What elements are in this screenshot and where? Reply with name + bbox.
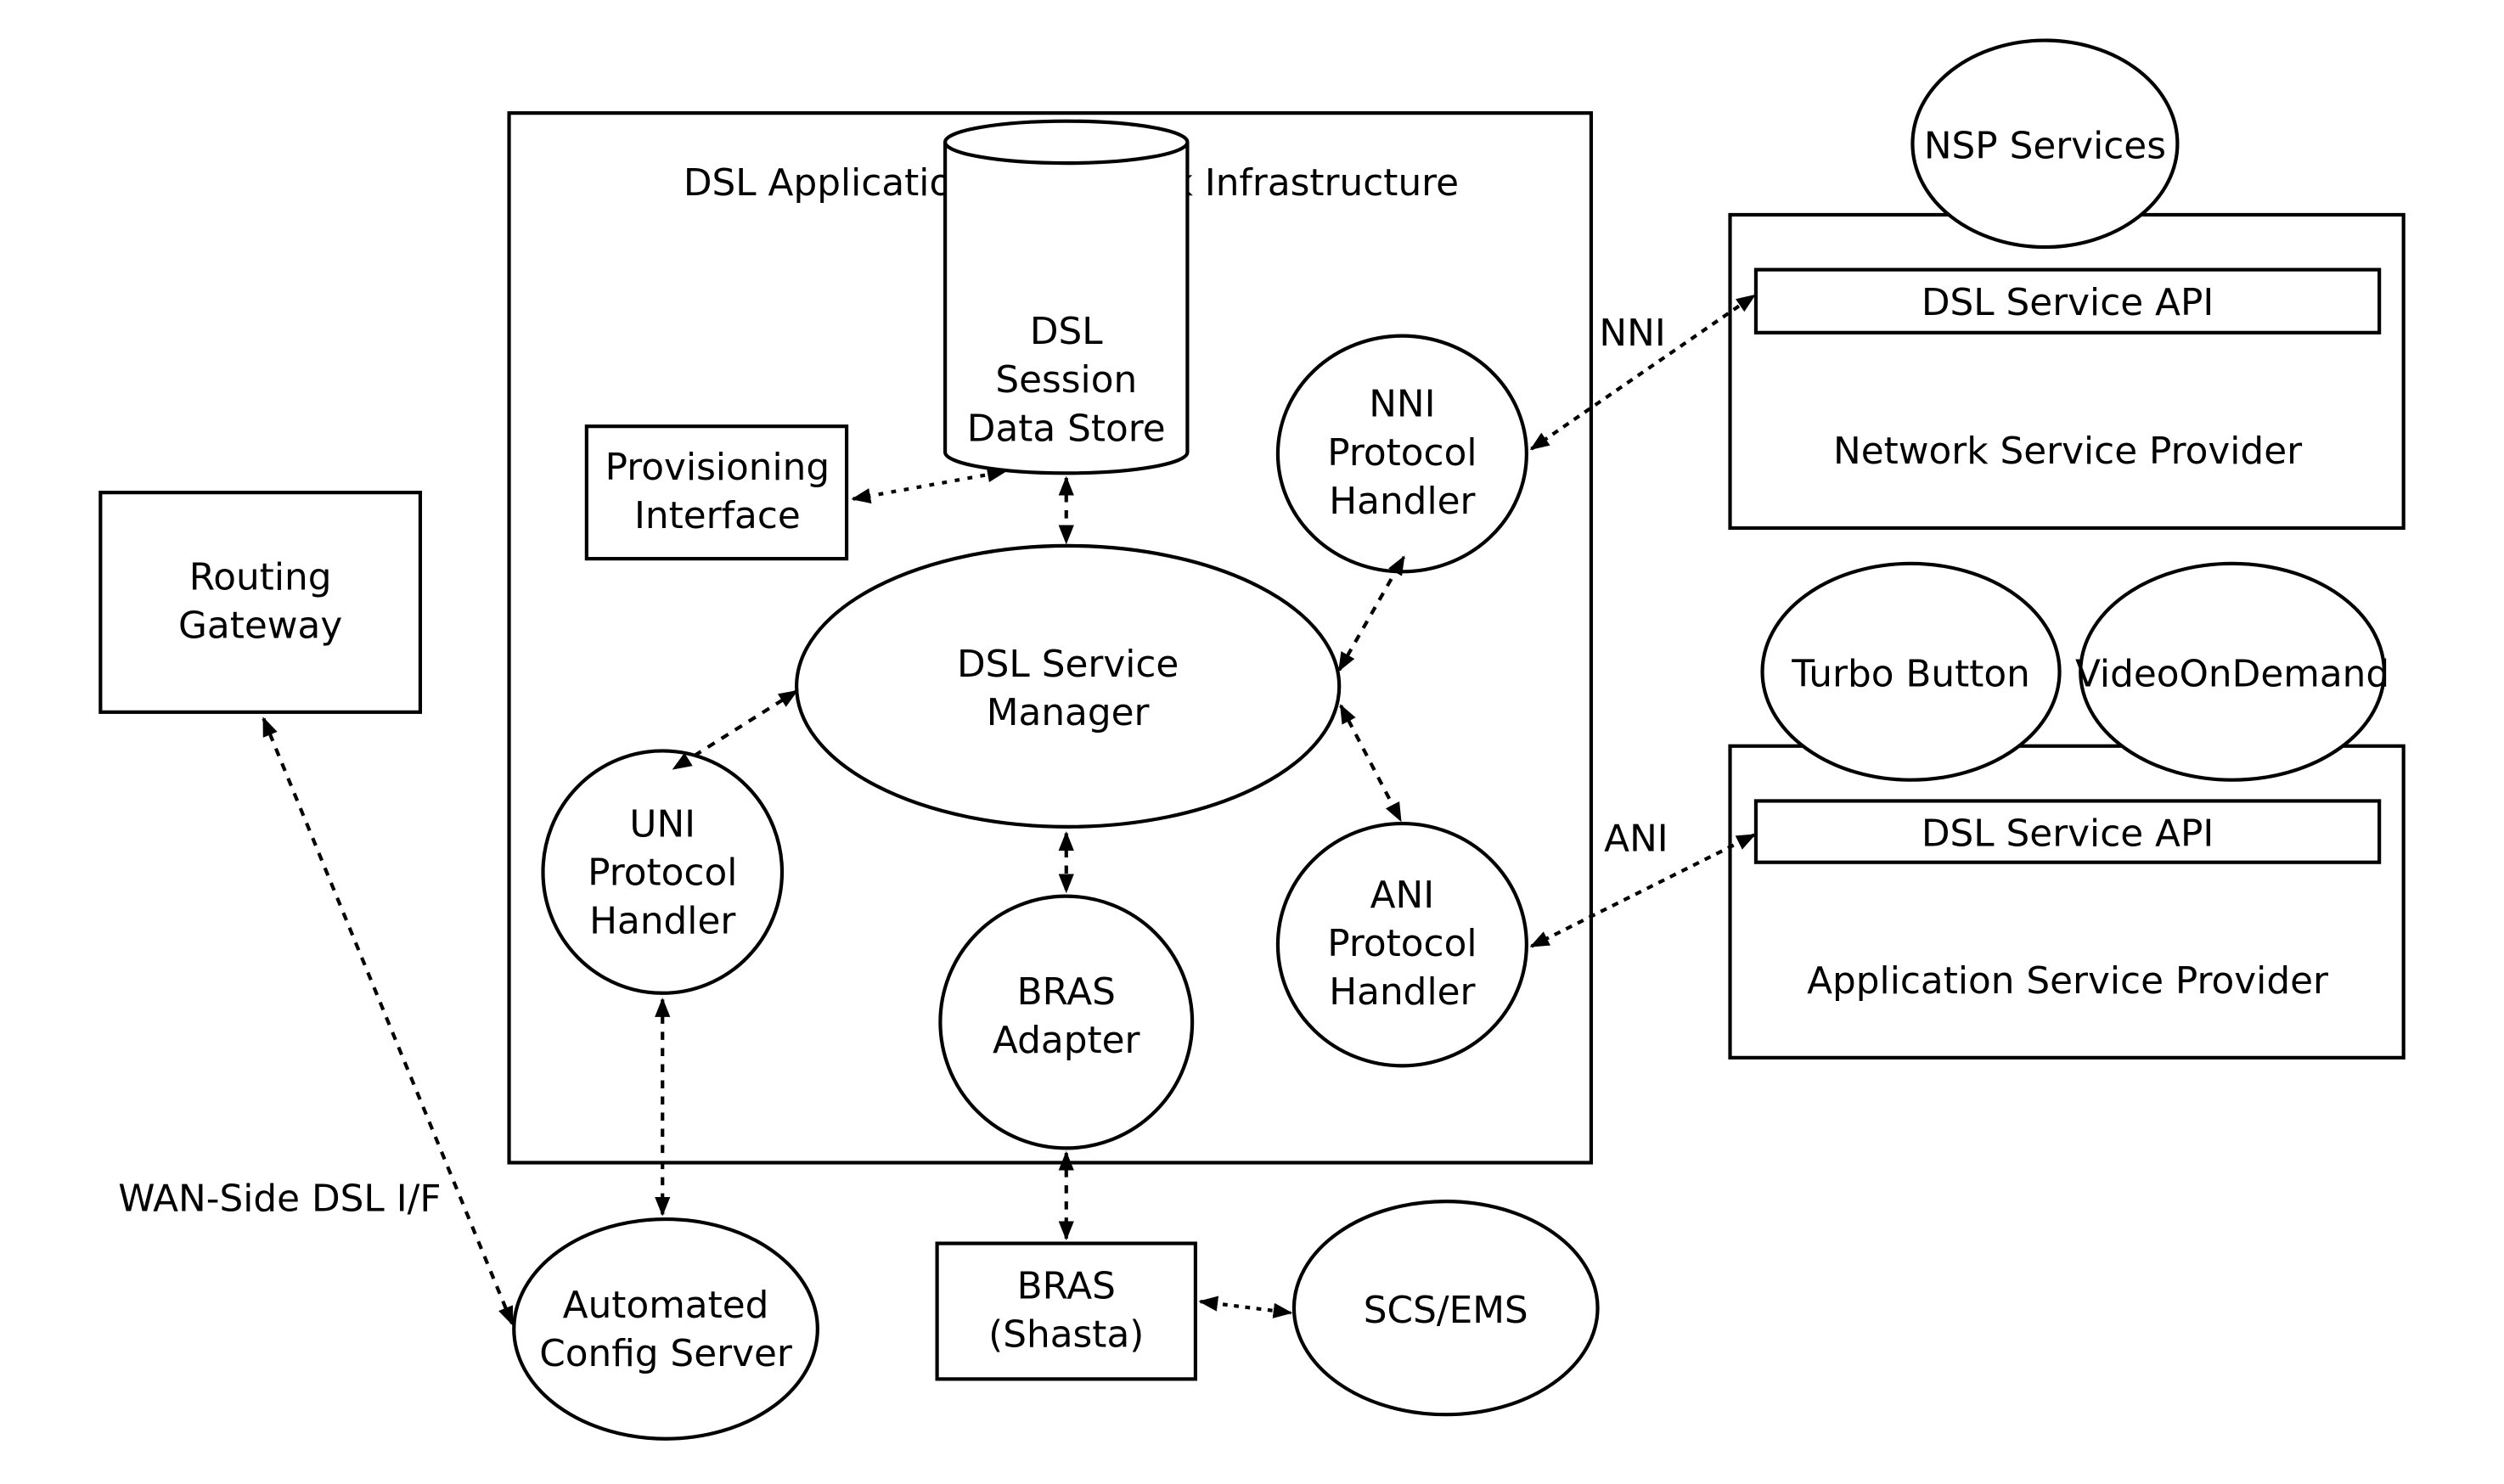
uni-handler-line-2: Protocol	[588, 851, 737, 894]
session-store-line-1: DSL	[1030, 310, 1103, 353]
uni-handler-line-1: UNI	[629, 802, 695, 846]
config-server-line-1: Automated	[563, 1284, 769, 1327]
video-on-demand-label: VideoOnDemand	[2075, 652, 2389, 695]
provisioning-line-1: Provisioning	[605, 446, 830, 489]
scs-ems-node[interactable]: SCS/EMS	[1291, 1200, 1600, 1417]
turbo-button-node[interactable]: Turbo Button	[1760, 561, 2062, 782]
ani-protocol-handler-node[interactable]: ANI Protocol Handler	[1275, 821, 1528, 1068]
config-server-line-2: Config Server	[539, 1332, 792, 1375]
bras-adapter-node[interactable]: BRAS Adapter	[938, 894, 1195, 1150]
video-on-demand-node[interactable]: VideoOnDemand	[2075, 561, 2389, 782]
nni-handler-line-1: NNI	[1369, 383, 1435, 426]
nni-handler-line-3: Handler	[1329, 480, 1475, 523]
application-service-provider-node[interactable]: DSL Service API Application Service Prov…	[1728, 744, 2406, 1060]
uni-handler-line-3: Handler	[589, 899, 735, 942]
bras-line-1: BRAS	[1017, 1264, 1116, 1307]
wan-edge-label: WAN-Side DSL I/F	[118, 1178, 441, 1221]
nsp-api-label: DSL Service API	[1922, 281, 2214, 324]
bras-adapter-line-2: Adapter	[993, 1019, 1140, 1062]
service-manager-node[interactable]: DSL Service Manager	[795, 543, 1342, 829]
service-manager-line-2: Manager	[987, 691, 1150, 734]
nni-handler-line-2: Protocol	[1327, 431, 1477, 475]
ani-handler-line-3: Handler	[1329, 970, 1475, 1014]
turbo-button-label: Turbo Button	[1791, 652, 2030, 695]
session-data-store-node[interactable]: DSL Session Data Store	[943, 119, 1190, 475]
edge-routing-gateway-config-server	[262, 717, 515, 1326]
nsp-services-label: NSP Services	[1924, 124, 2166, 167]
bras-adapter-line-1: BRAS	[1017, 970, 1116, 1014]
uni-protocol-handler-node[interactable]: UNI Protocol Handler	[541, 749, 785, 995]
service-manager-line-1: DSL Service	[957, 643, 1179, 686]
asp-label: Application Service Provider	[1807, 959, 2328, 1003]
routing-gateway-line-2: Gateway	[178, 604, 342, 647]
ani-handler-line-2: Protocol	[1327, 922, 1477, 965]
bras-shasta-node[interactable]: BRAS (Shasta)	[935, 1241, 1198, 1381]
asp-api-label: DSL Service API	[1922, 812, 2214, 856]
edge-bras-scs-ems	[1198, 1296, 1293, 1318]
nsp-services-node[interactable]: NSP Services	[1910, 38, 2180, 250]
scs-ems-label: SCS/EMS	[1364, 1289, 1528, 1332]
ani-handler-line-1: ANI	[1370, 874, 1435, 917]
routing-gateway-node[interactable]: Routing Gateway	[98, 491, 423, 714]
automated-config-server-node[interactable]: Automated Config Server	[512, 1217, 819, 1441]
nsp-label: Network Service Provider	[1833, 430, 2302, 473]
nni-protocol-handler-node[interactable]: NNI Protocol Handler	[1275, 334, 1528, 574]
ani-edge-label: ANI	[1604, 817, 1668, 860]
diagram-canvas: DSL Application Framework Infrastructure…	[98, 38, 2406, 1441]
nni-edge-label: NNI	[1599, 312, 1665, 355]
session-store-line-3: Data Store	[967, 407, 1166, 450]
provisioning-line-2: Interface	[634, 494, 801, 537]
bras-line-2: (Shasta)	[988, 1313, 1144, 1356]
session-store-line-2: Session	[995, 358, 1137, 402]
provisioning-interface-node[interactable]: Provisioning Interface	[584, 424, 849, 561]
network-service-provider-node[interactable]: DSL Service API Network Service Provider	[1728, 212, 2406, 531]
routing-gateway-line-1: Routing	[189, 555, 332, 599]
